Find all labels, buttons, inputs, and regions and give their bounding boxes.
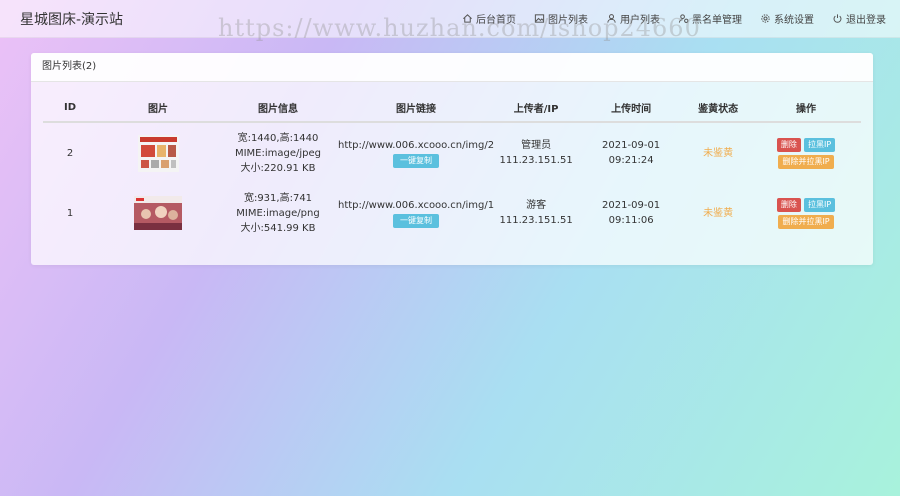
image-url[interactable]: http://www.006.xcooo.cn/img/2 bbox=[338, 138, 494, 153]
image-mime: MIME:image/png bbox=[236, 207, 320, 219]
delete-and-block-button[interactable]: 删除并拉黑IP bbox=[778, 155, 834, 169]
copy-link-button[interactable]: 一键复制 bbox=[393, 214, 440, 228]
block-ip-button[interactable]: 拉黑IP bbox=[804, 198, 836, 212]
image-list-panel: 图片列表(2) ID 图片 图片信息 图片链接 上传者/IP 上传时间 鉴黄状态… bbox=[31, 53, 873, 265]
table-header-row: ID 图片 图片信息 图片链接 上传者/IP 上传时间 鉴黄状态 操作 bbox=[43, 93, 861, 123]
block-ip-button[interactable]: 拉黑IP bbox=[804, 138, 836, 152]
review-status: 未鉴黄 bbox=[703, 147, 734, 159]
nav-images[interactable]: 图片列表 bbox=[534, 11, 588, 26]
uploader-name: 管理员 bbox=[521, 140, 552, 151]
nav-settings[interactable]: 系统设置 bbox=[760, 11, 814, 26]
image-icon bbox=[534, 14, 545, 23]
delete-and-block-button[interactable]: 删除并拉黑IP bbox=[778, 215, 834, 229]
gear-icon bbox=[761, 14, 770, 23]
image-thumbnail[interactable] bbox=[137, 134, 179, 172]
home-icon bbox=[463, 14, 472, 23]
nav-blacklist[interactable]: 黑名单管理 bbox=[678, 11, 742, 26]
upload-time: 2021-09-01 09:21:24 bbox=[602, 140, 661, 166]
header-link: 图片链接 bbox=[337, 93, 496, 123]
uploader-ip: 111.23.151.51 bbox=[499, 215, 573, 226]
image-mime: MIME:image/jpeg bbox=[234, 147, 322, 159]
nav-users-label: 用户列表 bbox=[620, 15, 660, 26]
header-actions: 操作 bbox=[751, 93, 861, 123]
user-block-icon bbox=[678, 14, 689, 23]
image-filesize: 大小:541.99 KB bbox=[240, 222, 316, 234]
power-icon bbox=[833, 14, 842, 23]
image-thumbnail[interactable] bbox=[134, 196, 182, 230]
header-time: 上传时间 bbox=[577, 93, 686, 123]
header-id: ID bbox=[43, 93, 97, 123]
row-id: 2 bbox=[66, 147, 74, 159]
nav-images-label: 图片列表 bbox=[548, 15, 588, 26]
user-icon bbox=[607, 14, 616, 23]
image-url[interactable]: http://www.006.xcooo.cn/img/1 bbox=[338, 198, 494, 213]
upload-time: 2021-09-01 09:11:06 bbox=[602, 200, 661, 226]
delete-button[interactable]: 删除 bbox=[776, 138, 801, 152]
image-table: ID 图片 图片信息 图片链接 上传者/IP 上传时间 鉴黄状态 操作 2 宽:… bbox=[43, 93, 861, 243]
table-row: 1 宽:931,高:741 MIME:image/png 大小:541.99 K… bbox=[43, 183, 861, 243]
app-title[interactable]: 星城图床-演示站 bbox=[20, 9, 123, 29]
uploader-name: 游客 bbox=[526, 200, 547, 211]
nav-blacklist-label: 黑名单管理 bbox=[692, 15, 742, 26]
nav-logout-label: 退出登录 bbox=[846, 15, 886, 26]
header-status: 鉴黄状态 bbox=[685, 93, 752, 123]
nav-home[interactable]: 后台首页 bbox=[462, 11, 516, 26]
nav-home-label: 后台首页 bbox=[476, 15, 516, 26]
copy-link-button[interactable]: 一键复制 bbox=[393, 154, 440, 168]
image-dimensions: 宽:1440,高:1440 bbox=[237, 132, 319, 144]
nav-logout[interactable]: 退出登录 bbox=[832, 11, 886, 26]
delete-button[interactable]: 删除 bbox=[776, 198, 801, 212]
header-image: 图片 bbox=[97, 93, 219, 123]
uploader-ip: 111.23.151.51 bbox=[499, 155, 573, 166]
table-row: 2 宽:1440,高:1440 MIME:image/jpeg 大小:220.9… bbox=[43, 122, 861, 183]
nav-settings-label: 系统设置 bbox=[774, 15, 814, 26]
row-id: 1 bbox=[66, 207, 74, 219]
top-navbar: 星城图床-演示站 后台首页 图片列表 用户列表 黑名单管理 系统设置 退出登录 bbox=[0, 0, 900, 38]
review-status: 未鉴黄 bbox=[703, 207, 734, 219]
nav-users[interactable]: 用户列表 bbox=[606, 11, 660, 26]
panel-title: 图片列表(2) bbox=[31, 53, 873, 82]
image-dimensions: 宽:931,高:741 bbox=[243, 192, 313, 204]
main-nav: 后台首页 图片列表 用户列表 黑名单管理 系统设置 退出登录 bbox=[444, 0, 886, 37]
image-filesize: 大小:220.91 KB bbox=[240, 162, 316, 174]
header-uploader: 上传者/IP bbox=[495, 93, 578, 123]
header-info: 图片信息 bbox=[219, 93, 337, 123]
